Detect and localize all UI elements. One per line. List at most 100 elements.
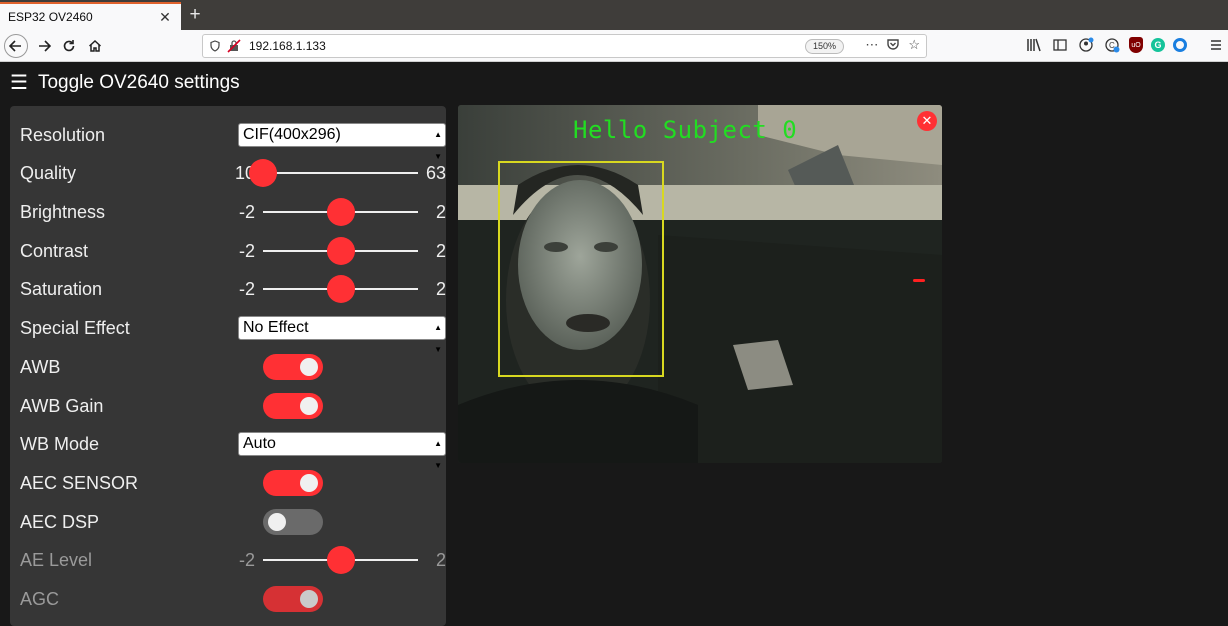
shield-icon[interactable] [209,40,221,52]
reload-button[interactable] [57,34,81,58]
resolution-select[interactable]: CIF(400x296) ▲ ▼ [238,123,446,161]
reload-icon [63,40,75,52]
page-title: Toggle OV2640 settings [37,71,240,93]
slider-track[interactable] [263,198,418,226]
pocket-icon[interactable] [886,37,900,54]
aec-dsp-toggle[interactable] [263,509,323,535]
page-actions-icon[interactable]: ⋯ [865,37,878,54]
extension-icon[interactable]: C [1103,36,1121,54]
brightness-label: Brightness [20,201,106,222]
forward-button[interactable] [32,34,56,58]
aec-sensor-toggle[interactable] [263,470,323,496]
home-button[interactable] [83,34,107,58]
brightness-min: -2 [238,201,255,222]
toggle-knob [300,358,318,376]
slider-thumb[interactable] [326,546,355,574]
special-effect-select[interactable]: No Effect ▲ ▼ [238,316,446,354]
quality-slider[interactable]: 10 63 [230,158,446,188]
saturation-slider[interactable]: -2 2 [230,274,446,304]
slider-track[interactable] [249,159,418,187]
brightness-max: 2 [435,201,446,222]
menu-icon[interactable] [1207,36,1225,54]
wb-mode-select[interactable]: Auto ▲ ▼ [238,432,446,470]
library-icon[interactable] [1025,36,1043,54]
resolution-value: CIF(400x296) [243,126,341,143]
special-effect-value: No Effect [243,319,309,336]
account-icon[interactable] [1077,36,1095,54]
saturation-row: Saturation -2 2 [20,274,446,304]
back-arrow-icon [9,40,21,52]
brightness-row: Brightness -2 2 [20,197,446,227]
slider-track[interactable] [263,275,418,303]
awb-label: AWB [20,356,61,377]
special-effect-label: Special Effect [20,317,130,338]
tab-bar: ESP32 OV2460 ✕ + [0,0,1228,30]
ae-level-max: 2 [435,549,446,570]
hamburger-icon[interactable]: ☰ [10,70,28,95]
ae-level-slider[interactable]: -2 2 [230,545,446,575]
quality-max: 63 [426,162,447,183]
new-tab-button[interactable]: + [184,3,206,27]
sidebar-icon[interactable] [1051,36,1069,54]
grammarly-icon[interactable]: G [1151,38,1165,52]
forward-arrow-icon [39,40,51,52]
ae-level-min: -2 [238,549,255,570]
resolution-label: Resolution [20,124,106,145]
resolution-row: Resolution CIF(400x296) ▲ ▼ [20,120,446,161]
saturation-min: -2 [238,278,255,299]
face-detection-box [498,161,664,377]
close-tab-icon[interactable]: ✕ [155,9,175,26]
ublock-icon[interactable]: uO [1129,37,1143,53]
aec-sensor-label: AEC SENSOR [20,472,139,493]
wb-mode-row: WB Mode Auto ▲ ▼ [20,429,446,470]
settings-toggle[interactable]: ☰ Toggle OV2640 settings [10,70,240,95]
tab-title: ESP32 OV2460 [8,10,93,24]
contrast-max: 2 [435,240,446,261]
agc-toggle[interactable] [263,586,323,612]
awb-gain-label: AWB Gain [20,395,104,416]
saturation-max: 2 [435,278,446,299]
bookmark-star-icon[interactable]: ☆ [908,37,920,54]
wb-mode-value: Auto [243,435,276,452]
url-text: 192.168.1.133 [249,39,326,53]
agc-row: AGC [20,584,440,614]
browser-tab[interactable]: ESP32 OV2460 ✕ [0,2,181,30]
contrast-label: Contrast [20,240,89,261]
aec-dsp-row: AEC DSP [20,507,440,537]
contrast-slider[interactable]: -2 2 [230,236,446,266]
awb-gain-row: AWB Gain [20,391,440,421]
slider-thumb[interactable] [326,198,355,226]
slider-track[interactable] [263,237,418,265]
aec-dsp-label: AEC DSP [20,511,100,532]
contrast-row: Contrast -2 2 [20,236,446,266]
zoom-level-badge[interactable]: 150% [804,39,844,54]
agc-label: AGC [20,588,60,609]
special-effect-row: Special Effect No Effect ▲ ▼ [20,313,446,354]
slider-thumb[interactable] [326,237,355,265]
slider-thumb[interactable] [326,275,355,303]
slider-track[interactable] [263,546,418,574]
quality-label: Quality [20,162,77,183]
close-stream-icon[interactable]: ✕ [917,111,937,131]
insecure-lock-icon[interactable] [227,39,241,53]
settings-panel: Resolution CIF(400x296) ▲ ▼ Quality 10 63… [10,106,446,626]
awb-gain-toggle[interactable] [263,393,323,419]
brightness-slider[interactable]: -2 2 [230,197,446,227]
toggle-knob [268,513,286,531]
toggle-knob [300,590,318,608]
toggle-knob [300,397,318,415]
home-icon [88,39,102,52]
saturation-label: Saturation [20,278,103,299]
wb-mode-label: WB Mode [20,433,100,454]
toggle-knob [300,474,318,492]
aec-sensor-row: AEC SENSOR [20,468,440,498]
contrast-min: -2 [238,240,255,261]
awb-toggle[interactable] [263,354,323,380]
slider-thumb[interactable] [249,159,277,187]
blue-circle-extension-icon[interactable] [1173,38,1187,52]
address-bar[interactable]: 192.168.1.133 150% ⋯ ☆ [202,34,927,58]
awb-row: AWB [20,352,440,382]
ae-level-label: AE Level [20,549,93,570]
ae-level-row: AE Level -2 2 [20,545,446,575]
back-button[interactable] [4,34,28,58]
